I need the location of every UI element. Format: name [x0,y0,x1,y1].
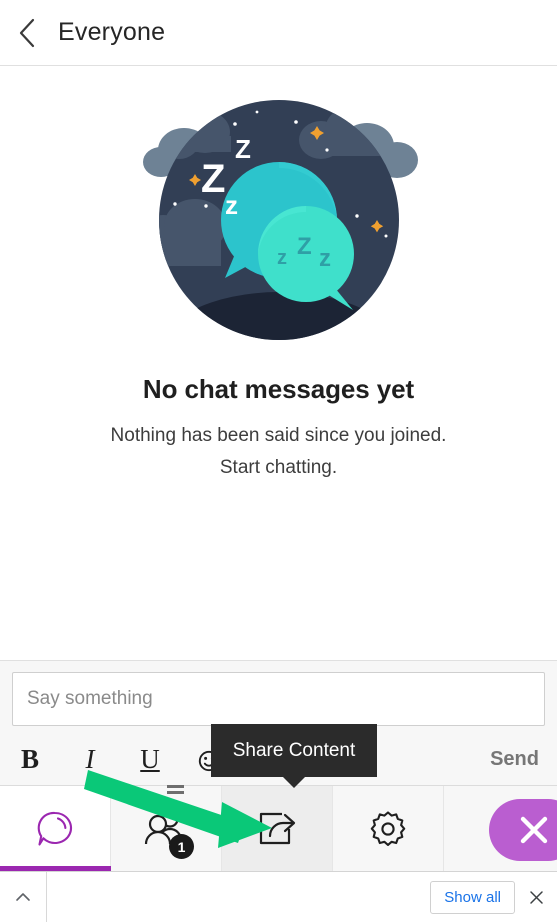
share-export-icon [259,812,296,844]
bold-button[interactable]: B [0,733,60,786]
svg-text:Z: Z [201,157,225,201]
empty-state-subtitle: Nothing has been said since you joined. … [111,420,447,485]
svg-text:z: z [319,245,331,272]
svg-text:Z: Z [235,134,251,164]
header: Everyone [0,0,557,66]
chevron-up-icon [16,893,30,901]
empty-state-subtitle-line1: Nothing has been said since you joined. [110,425,447,446]
empty-state-title: No chat messages yet [142,374,415,404]
close-icon [529,890,543,904]
download-bar-close-button[interactable] [515,890,557,905]
nav-chat-button[interactable] [0,786,111,871]
chat-panel: Everyone Z Z z z Z z No chat messages ye… [0,0,557,922]
empty-state: Z Z z z Z z No chat messages yet Nothing… [0,66,557,660]
download-bar: Show all [0,871,557,922]
nav-share-content-button[interactable] [222,786,333,871]
participants-count-badge: 1 [169,834,194,859]
close-x-icon [520,816,548,844]
empty-state-subtitle-line2: Start chatting. [219,457,338,479]
show-all-button[interactable]: Show all [430,880,515,914]
download-bar-divider [46,871,47,922]
tooltip-arrow [283,777,305,788]
drag-handle[interactable] [167,785,184,797]
back-button[interactable] [0,0,54,66]
sleeping-chat-bubbles-night-illustration: Z Z z z Z z [142,100,418,340]
empty-state-illustration: Z Z z z Z z [139,86,419,354]
chevron-left-icon [19,18,35,47]
svg-text:z: z [277,247,287,269]
share-content-tooltip: Share Content [211,724,377,777]
italic-button[interactable]: I [60,733,120,786]
send-button[interactable]: Send [490,733,539,786]
cloud-inner-left [158,199,226,266]
nav-settings-button[interactable] [333,786,444,871]
bottom-navigation: 1 [0,785,557,871]
download-expand-button[interactable] [0,892,46,902]
close-meeting-button[interactable] [489,799,557,861]
svg-text:z: z [225,190,238,220]
chat-bubble-icon [37,811,73,846]
gear-icon [370,810,406,846]
svg-text:Z: Z [297,233,312,260]
message-input[interactable] [12,672,545,726]
page-title: Everyone [58,18,166,46]
nav-participants-button[interactable]: 1 [111,786,222,871]
underline-button[interactable]: U [120,733,180,786]
